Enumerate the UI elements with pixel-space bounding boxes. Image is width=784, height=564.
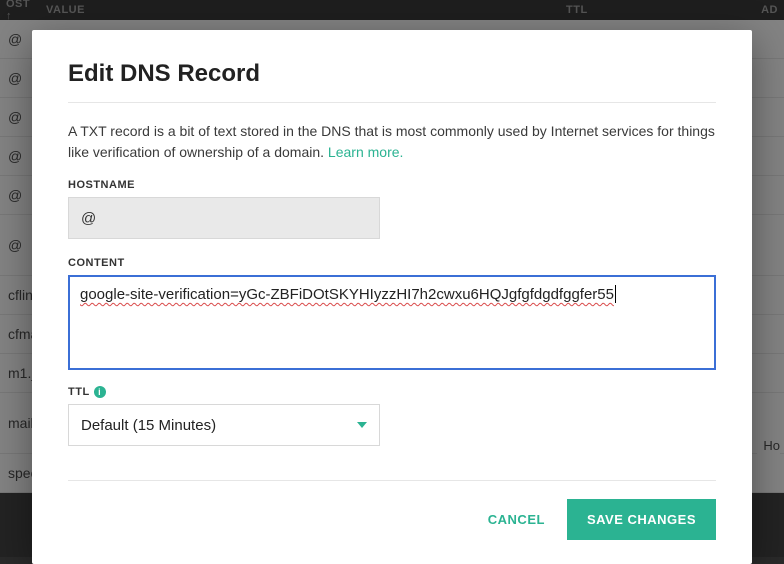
divider <box>68 102 716 103</box>
text-cursor <box>615 285 616 303</box>
ttl-label: TTL i <box>68 386 716 398</box>
modal-description: A TXT record is a bit of text stored in … <box>68 121 716 163</box>
ttl-label-text: TTL <box>68 386 90 398</box>
hostname-input[interactable]: @ <box>68 197 380 239</box>
hostname-value: @ <box>81 210 96 227</box>
save-changes-button[interactable]: SAVE CHANGES <box>567 499 716 540</box>
content-label: CONTENT <box>68 257 716 269</box>
learn-more-link[interactable]: Learn more. <box>328 144 403 160</box>
modal-footer: CANCEL SAVE CHANGES <box>68 480 716 540</box>
ttl-select[interactable]: Default (15 Minutes) <box>68 404 380 446</box>
modal-overlay[interactable]: Edit DNS Record A TXT record is a bit of… <box>0 0 784 557</box>
modal-title: Edit DNS Record <box>68 60 716 88</box>
content-textarea[interactable]: google-site-verification=yGc-ZBFiDOtSKYH… <box>68 275 716 370</box>
content-value: google-site-verification=yGc-ZBFiDOtSKYH… <box>80 286 614 303</box>
hostname-label: HOSTNAME <box>68 179 716 191</box>
info-icon[interactable]: i <box>94 386 106 398</box>
ttl-value: Default (15 Minutes) <box>81 417 216 434</box>
cancel-button[interactable]: CANCEL <box>488 512 545 527</box>
chevron-down-icon <box>357 422 367 428</box>
edit-dns-record-modal: Edit DNS Record A TXT record is a bit of… <box>32 30 752 564</box>
